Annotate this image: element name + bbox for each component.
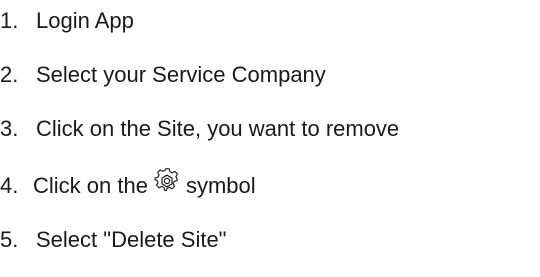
step-text: Click on the Site, you want to remove — [36, 116, 400, 141]
step-text: Select "Delete Site" — [36, 227, 227, 252]
step-number: 4. — [0, 173, 19, 198]
step-1: 1. Login App — [0, 4, 134, 38]
step-number: 2. — [0, 62, 19, 87]
step-number: 3. — [0, 116, 19, 141]
step-4: 4. Click on the symbol — [0, 168, 256, 203]
step-text: Login App — [36, 8, 134, 33]
step-text-after-icon: symbol — [185, 173, 256, 198]
step-3: 3. Click on the Site, you want to remove — [0, 112, 399, 146]
step-text: Click on the symbol — [33, 168, 256, 203]
step-text-before-icon: Click on the — [33, 173, 148, 198]
step-number: 1. — [0, 8, 19, 33]
step-number: 5. — [0, 227, 19, 252]
gear-icon — [154, 168, 180, 194]
step-2: 2. Select your Service Company — [0, 58, 326, 92]
step-text: Select your Service Company — [36, 62, 326, 87]
step-5: 5. Select "Delete Site" — [0, 223, 227, 257]
